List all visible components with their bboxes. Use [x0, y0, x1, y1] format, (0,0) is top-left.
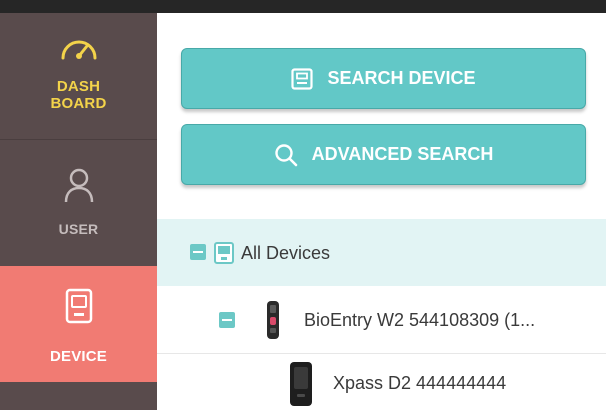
sidebar-item-user[interactable]: USER: [0, 141, 157, 266]
advanced-search-button[interactable]: ADVANCED SEARCH: [181, 124, 586, 185]
tree-row-all-devices[interactable]: All Devices: [157, 219, 606, 286]
sidebar-item-dashboard[interactable]: DASH BOARD: [0, 13, 157, 140]
tree-row-device[interactable]: BioEntry W2 544108309 (1...: [157, 286, 606, 354]
sidebar-item-device[interactable]: DEVICE: [0, 266, 157, 382]
sidebar-item-label: USER: [58, 221, 99, 237]
sidebar-item-label: DASH BOARD: [50, 78, 107, 112]
tree-label: All Devices: [241, 243, 331, 263]
gauge-icon: [59, 36, 99, 67]
tree-label: Xpass D2 444444444: [333, 373, 507, 393]
device-group-icon: [214, 242, 234, 269]
collapse-icon[interactable]: [219, 312, 235, 328]
bioentry-device-icon: [265, 300, 281, 345]
collapse-icon[interactable]: [190, 244, 206, 260]
user-icon: [64, 168, 94, 209]
advanced-search-label: ADVANCED SEARCH: [311, 144, 494, 164]
xpass-device-icon: [289, 361, 313, 412]
search-device-label: SEARCH DEVICE: [327, 68, 476, 88]
tree-label: BioEntry W2 544108309 (1...: [304, 310, 536, 330]
search-icon: [274, 143, 298, 167]
main-panel: SEARCH DEVICE ADVANCED SEARCH All Device…: [157, 13, 606, 410]
sidebar: DASH BOARD USER DEVICE: [0, 13, 157, 410]
device-icon: [65, 288, 93, 331]
sidebar-item-next[interactable]: [0, 382, 157, 410]
device-search-icon: [291, 67, 314, 90]
sidebar-item-label: DEVICE: [49, 348, 108, 365]
tree-row-device[interactable]: Xpass D2 444444444: [157, 355, 606, 410]
search-device-button[interactable]: SEARCH DEVICE: [181, 48, 586, 109]
top-bar: [0, 0, 606, 13]
